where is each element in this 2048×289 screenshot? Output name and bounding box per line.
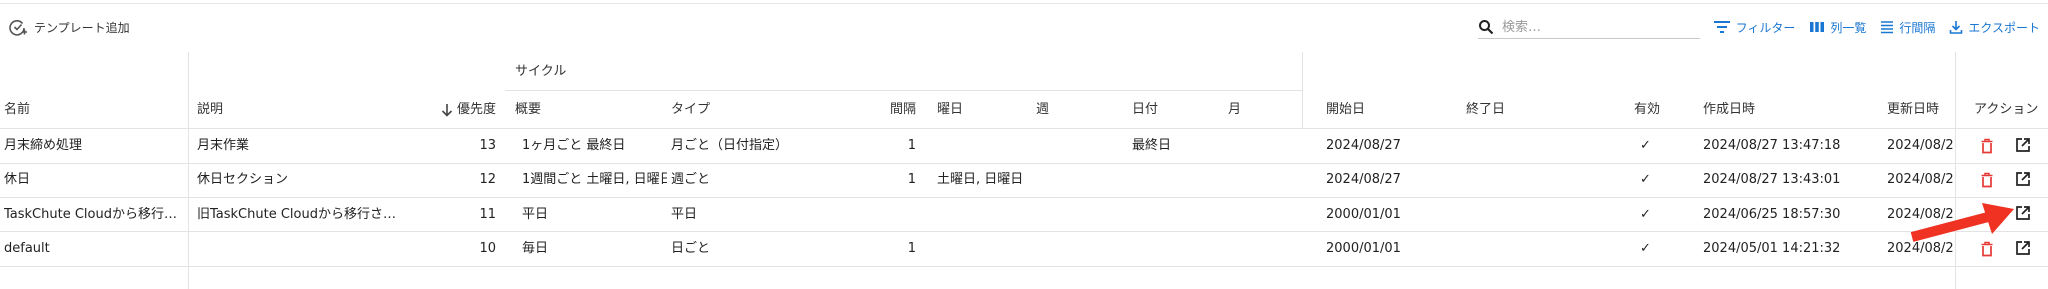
cell-enabled-check: ✓ (1640, 207, 1651, 222)
column-header-start-date[interactable]: 開始日 (1326, 102, 1365, 118)
search-input[interactable] (1500, 18, 1684, 36)
cell-type: 日ごと (671, 241, 711, 256)
column-header-priority[interactable]: 優先度 (432, 102, 496, 118)
search-box[interactable] (1478, 16, 1700, 39)
cell-start-date: 2000/01/01 (1326, 207, 1401, 222)
column-header-actions: アクション (1974, 102, 2039, 117)
download-icon (1950, 21, 1963, 34)
cell-priority: 11 (479, 207, 496, 222)
column-separator (1955, 52, 1956, 289)
column-header-month[interactable]: 月 (1228, 102, 1241, 118)
cell-summary: 1週間ごと 土曜日, 日曜日 (522, 172, 667, 187)
column-separator (188, 52, 189, 289)
filter-icon (1713, 21, 1730, 33)
cell-start-date: 2024/08/27 (1326, 172, 1401, 187)
column-header-date[interactable]: 日付 (1132, 102, 1158, 118)
row-divider (0, 197, 2048, 198)
open-in-new-icon[interactable] (2015, 137, 2031, 153)
export-label: エクスポート (1968, 20, 2040, 35)
cell-description: 休日セクション (197, 172, 289, 187)
cell-created-at: 2024/06/25 18:57:30 (1703, 207, 1841, 222)
column-header-enabled[interactable]: 有効 (1634, 102, 1660, 118)
cell-type: 週ごと (671, 172, 711, 187)
cell-interval: 1 (907, 241, 916, 256)
cell-updated-at: 2024/08/27 (1887, 138, 1953, 153)
cell-enabled-check: ✓ (1640, 172, 1651, 187)
open-in-new-icon[interactable] (2015, 171, 2031, 187)
table-toolbar: フィルター 列一覧 行間隔 エクスポート (1713, 16, 2040, 38)
column-header-summary[interactable]: 概要 (515, 102, 541, 118)
add-circle-check-icon (9, 20, 27, 36)
density-icon (1881, 21, 1894, 34)
density-button[interactable]: 行間隔 (1880, 19, 1935, 36)
priority-header-label: 優先度 (456, 102, 496, 117)
density-label: 行間隔 (1899, 20, 1936, 35)
search-icon (1479, 20, 1494, 35)
cell-priority: 13 (479, 138, 496, 153)
cell-type: 平日 (671, 207, 698, 222)
cell-name: TaskChute Cloudから移行したタスク (4, 207, 182, 222)
add-template-button[interactable]: テンプレート追加 (8, 16, 130, 38)
cell-enabled-check: ✓ (1640, 241, 1651, 256)
group-header-divider (505, 90, 1302, 91)
column-header-interval[interactable]: 間隔 (860, 102, 916, 118)
cell-description: 月末作業 (197, 138, 250, 153)
column-header-description[interactable]: 説明 (197, 102, 223, 118)
cell-type: 月ごと（日付指定） (671, 138, 789, 153)
column-header-updated-at[interactable]: 更新日時 (1887, 102, 1939, 118)
cell-summary: 毎日 (522, 241, 549, 256)
arrow-down-icon (441, 104, 453, 117)
cell-summary: 1ヶ月ごと 最終日 (522, 138, 626, 153)
cell-priority: 12 (479, 172, 496, 187)
cell-weekday: 土曜日, 日曜日 (937, 172, 1024, 187)
cell-created-at: 2024/05/01 14:21:32 (1703, 241, 1841, 256)
annotation-arrow-icon (1910, 203, 2014, 242)
delete-icon[interactable] (1980, 138, 1994, 154)
row-divider (0, 231, 2048, 232)
cell-name: 月末締め処理 (4, 138, 83, 153)
filter-button[interactable]: フィルター (1713, 19, 1796, 36)
top-divider (0, 3, 2048, 4)
cell-interval: 1 (907, 172, 916, 187)
column-header-weekday[interactable]: 曜日 (937, 102, 963, 118)
cell-created-at: 2024/08/27 13:43:01 (1703, 172, 1841, 187)
export-button[interactable]: エクスポート (1949, 19, 2040, 36)
cell-name: 休日 (4, 172, 31, 187)
cell-description: 旧TaskChute Cloudから移行されたタスク (197, 207, 401, 222)
columns-button[interactable]: 列一覧 (1809, 19, 1866, 36)
column-header-type[interactable]: タイプ (671, 102, 710, 118)
cell-priority: 10 (479, 241, 496, 256)
columns-icon (1810, 22, 1825, 32)
row-divider (0, 266, 2048, 267)
cell-date: 最終日 (1132, 138, 1172, 153)
cell-interval: 1 (907, 138, 916, 153)
cell-summary: 平日 (522, 207, 549, 222)
row-divider (0, 163, 2048, 164)
column-header-end-date[interactable]: 終了日 (1466, 102, 1505, 118)
cell-name: default (4, 241, 50, 256)
add-template-label: テンプレート追加 (34, 20, 130, 35)
column-header-week[interactable]: 週 (1036, 102, 1049, 118)
columns-label: 列一覧 (1830, 20, 1867, 35)
cell-updated-at: 2024/08/27 (1887, 172, 1953, 187)
cell-start-date: 2000/01/01 (1326, 241, 1401, 256)
column-header-created-at[interactable]: 作成日時 (1703, 102, 1755, 118)
column-separator (1302, 52, 1303, 129)
cell-created-at: 2024/08/27 13:47:18 (1703, 138, 1841, 153)
filter-label: フィルター (1735, 20, 1796, 35)
delete-icon[interactable] (1980, 172, 1994, 188)
cell-enabled-check: ✓ (1640, 138, 1651, 153)
header-row-divider (0, 128, 2048, 129)
cell-start-date: 2024/08/27 (1326, 138, 1401, 153)
group-header-cycle: サイクル (515, 64, 567, 79)
column-header-name[interactable]: 名前 (4, 102, 30, 118)
